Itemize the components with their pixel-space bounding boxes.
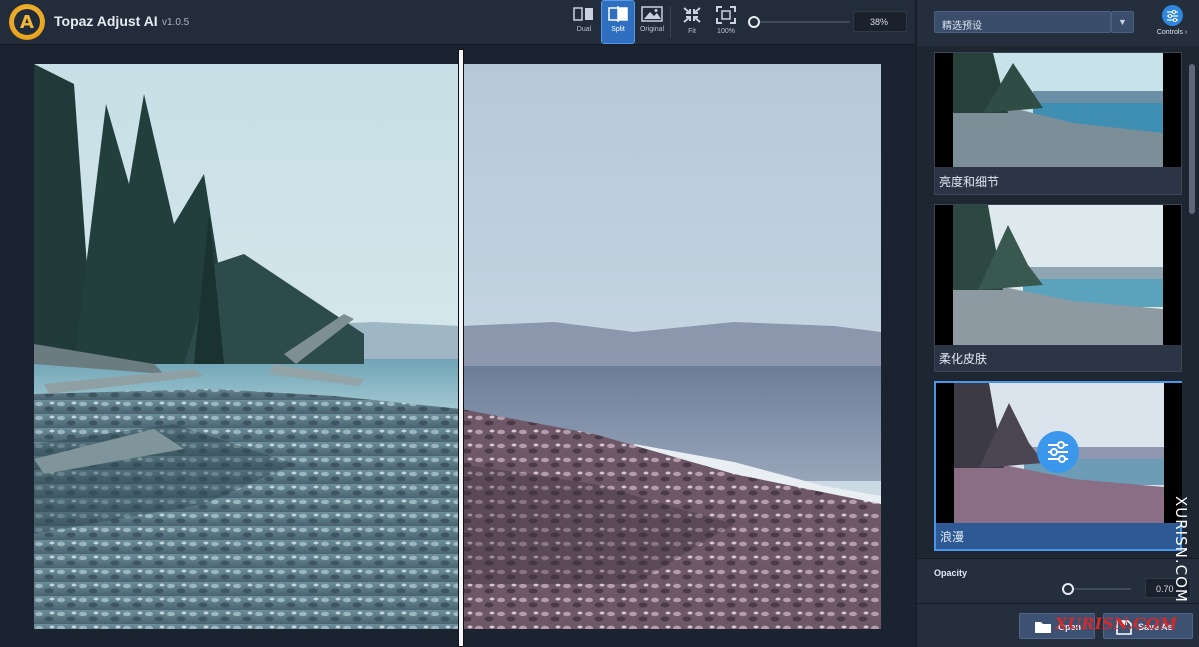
- chevron-down-icon[interactable]: ▼: [1111, 11, 1134, 33]
- preset-thumbnail: [935, 205, 1181, 345]
- sliders-icon: [1048, 441, 1068, 463]
- zoom-slider-track[interactable]: [754, 21, 850, 23]
- original-view-button[interactable]: Original: [636, 1, 668, 43]
- zoom-value-field[interactable]: 38%: [853, 11, 907, 32]
- preset-scrollbar[interactable]: [1189, 64, 1195, 214]
- actual-size-button[interactable]: 100%: [710, 1, 742, 43]
- opacity-section: Opacity 0.70: [917, 558, 1199, 603]
- zoom-mode-group: Fit 100%: [676, 0, 742, 44]
- top-toolbar: A Topaz Adjust AI v1.0.5 Dual Split Orig…: [0, 0, 915, 45]
- fit-icon: [683, 7, 701, 23]
- beach-photo: [34, 64, 881, 629]
- preset-list: 亮度和细节 柔化皮肤 浪漫: [917, 46, 1199, 558]
- preset-category-dropdown[interactable]: 精选预设: [934, 11, 1111, 33]
- preset-name: 亮度和细节: [939, 175, 1000, 189]
- view-mode-group: Dual Split Original: [568, 0, 668, 44]
- preset-card-selected[interactable]: 浪漫: [934, 381, 1182, 551]
- fit-label: Fit: [688, 28, 696, 35]
- sliders-icon: [1161, 5, 1183, 26]
- preset-thumbnail: [935, 53, 1181, 167]
- original-view-label: Original: [639, 26, 665, 33]
- actual-size-label: 100%: [717, 28, 735, 35]
- preset-card[interactable]: 亮度和细节: [934, 52, 1182, 195]
- logo-letter: A: [14, 9, 40, 35]
- dual-view-label: Dual: [576, 26, 592, 33]
- dual-view-button[interactable]: Dual: [568, 1, 600, 43]
- preset-name: 柔化皮肤: [939, 352, 988, 366]
- fit-button[interactable]: Fit: [676, 1, 708, 43]
- split-view-button[interactable]: Split: [601, 0, 635, 44]
- actual-size-icon: [716, 6, 736, 24]
- controls-button[interactable]: Controls ›: [1149, 5, 1195, 39]
- image-canvas[interactable]: [0, 46, 915, 647]
- toolbar-divider: [670, 6, 671, 38]
- original-image-icon: [641, 6, 663, 22]
- opacity-slider-handle[interactable]: [1062, 583, 1074, 595]
- folder-icon: [1035, 622, 1051, 633]
- watermark-vertical: XURISN.COM: [1172, 496, 1190, 603]
- split-view-label: Split: [611, 26, 625, 33]
- controls-label: Controls ›: [1156, 29, 1188, 36]
- dual-view-icon: [573, 7, 593, 21]
- right-panel: 精选预设 ▼ Controls › 亮度和细节 柔化皮肤 浪漫 Opacity …: [916, 0, 1199, 647]
- app-title: Topaz Adjust AI: [54, 13, 158, 29]
- app-version: v1.0.5: [162, 17, 190, 28]
- adjust-preset-button[interactable]: [1037, 431, 1079, 473]
- preset-name: 浪漫: [940, 530, 965, 544]
- split-view-icon: [608, 6, 628, 22]
- preview-image: [34, 64, 881, 629]
- watermark-horizontal: XURISN.COM: [1055, 614, 1178, 633]
- zoom-slider-handle[interactable]: [748, 16, 760, 28]
- preset-card[interactable]: 柔化皮肤: [934, 204, 1182, 372]
- opacity-label: Opacity: [934, 568, 968, 578]
- split-divider-handle[interactable]: [459, 50, 463, 646]
- app-logo: A: [9, 4, 45, 40]
